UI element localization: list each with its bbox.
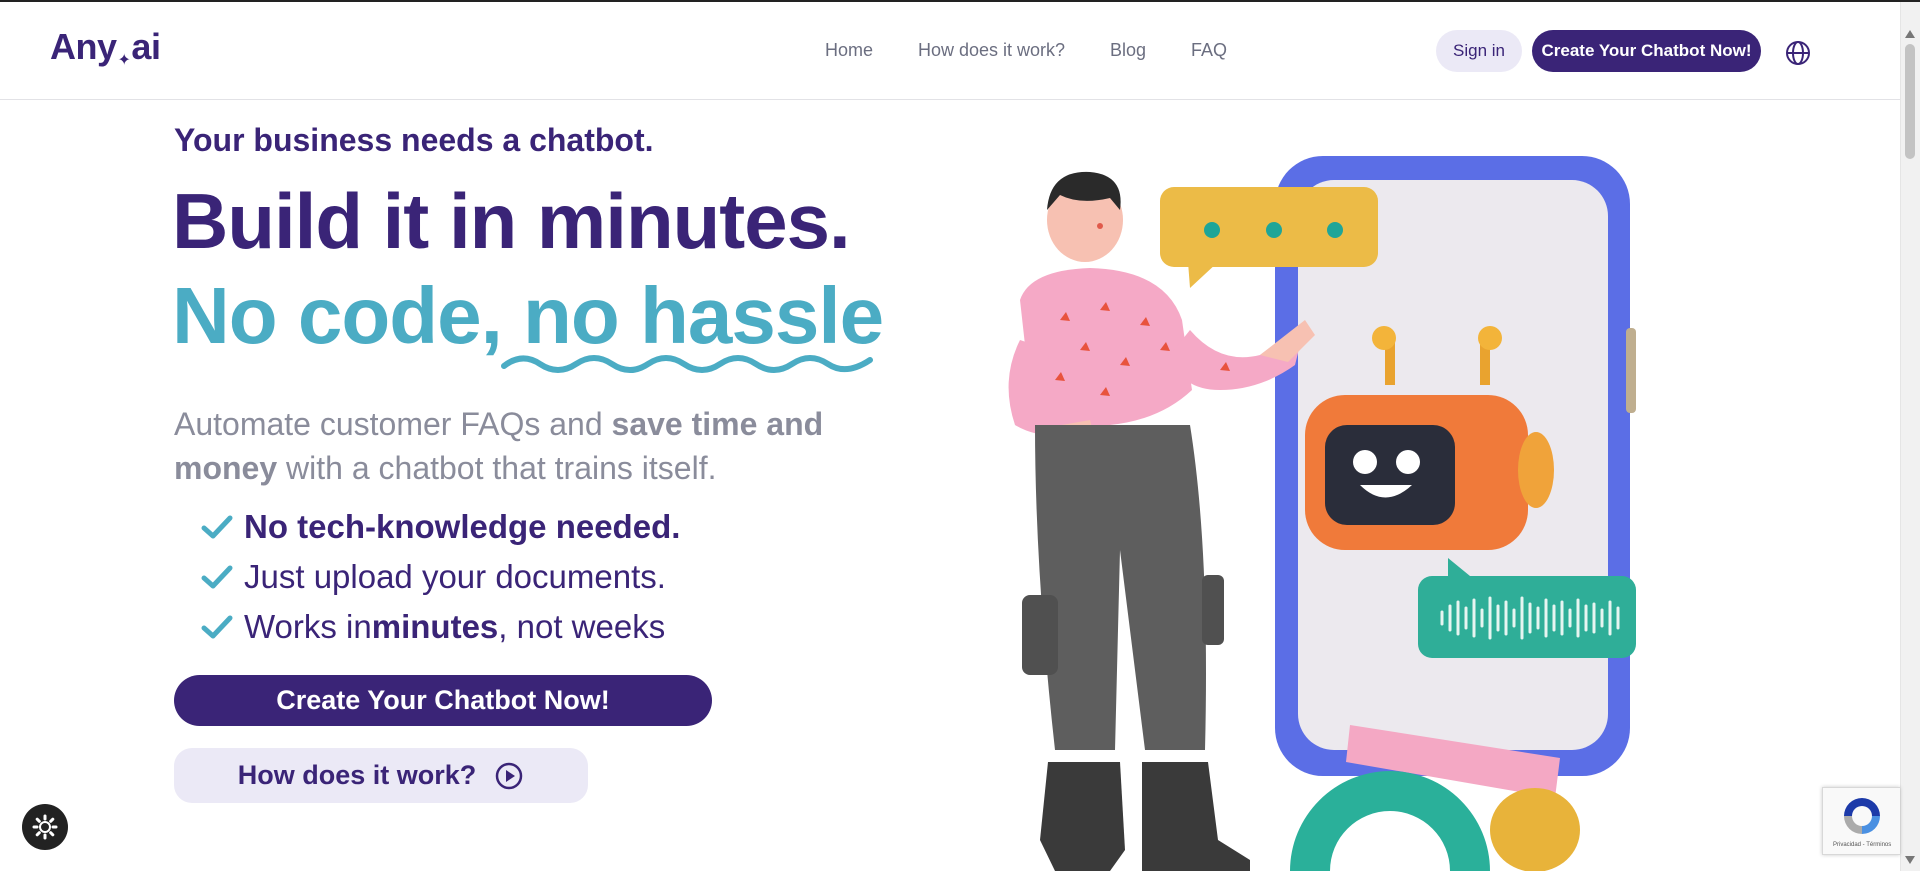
checklist-item: Works in minutes, not weeks: [200, 602, 680, 652]
create-chatbot-header-button[interactable]: Create Your Chatbot Now!: [1532, 30, 1761, 72]
logo-text: Any: [50, 26, 117, 67]
hero-description: Automate customer FAQs and save time and…: [174, 402, 894, 490]
hero-headline: Build it in minutes.: [172, 177, 851, 265]
check-icon: [201, 615, 233, 639]
nav-how-it-works[interactable]: How does it work?: [918, 40, 1065, 61]
how-it-works-label: How does it work?: [237, 760, 477, 790]
logo-spark-icon: ✦: [117, 52, 131, 69]
recaptcha-icon: [1844, 798, 1880, 834]
site-header: Any✦ai Home How does it work? Blog FAQ S…: [0, 2, 1900, 100]
how-it-works-button[interactable]: How does it work?: [174, 748, 588, 803]
sign-in-button[interactable]: Sign in: [1436, 30, 1522, 72]
logo[interactable]: Any✦ai: [50, 26, 161, 70]
eyebrow-bold: needs a chatbot.: [401, 122, 654, 158]
checklist-text: No tech-knowledge needed.: [244, 508, 681, 545]
play-icon: [496, 762, 523, 789]
logo-suffix: ai: [131, 26, 161, 67]
checklist-item: No tech-knowledge needed.: [200, 502, 680, 552]
check-icon: [201, 565, 233, 589]
hero-subheadline: No code, no hassle: [172, 271, 884, 360]
nav-home[interactable]: Home: [825, 40, 873, 61]
robot-face: [1325, 425, 1455, 525]
person-pants: [1035, 425, 1206, 750]
gear-icon: [32, 814, 58, 840]
scroll-down-arrow-icon[interactable]: [1905, 856, 1915, 864]
person-shoe-right: [1142, 762, 1250, 871]
desc-part-1: Automate customer FAQs and: [174, 406, 612, 442]
desc-part-2: with a chatbot that trains itself.: [277, 450, 717, 486]
scroll-up-arrow-icon[interactable]: [1905, 30, 1915, 38]
create-chatbot-button[interactable]: Create Your Chatbot Now!: [174, 675, 712, 726]
checklist-text-bold: minutes: [371, 608, 499, 645]
checklist-text: Just upload your documents.: [244, 558, 666, 595]
phone-button: [1626, 328, 1636, 413]
nav-faq[interactable]: FAQ: [1191, 40, 1227, 61]
recaptcha-links[interactable]: Privacidad - Términos: [1833, 842, 1891, 848]
checklist-text-before: Works in: [244, 608, 372, 645]
check-icon: [201, 515, 233, 539]
hero-eyebrow: Your business needs a chatbot.: [174, 122, 654, 159]
wave-underline: [501, 355, 873, 373]
eyebrow-plain: Your business: [174, 122, 402, 158]
nav-blog[interactable]: Blog: [1110, 40, 1146, 61]
recaptcha-badge[interactable]: Privacidad - Términos: [1822, 787, 1900, 855]
hero-illustration: [1008, 156, 1636, 871]
feature-checklist: No tech-knowledge needed. Just upload yo…: [200, 502, 680, 652]
person-shoe-left: [1040, 762, 1125, 871]
checklist-text-after: , not weeks: [498, 608, 666, 645]
yellow-cylinder: [1490, 788, 1580, 871]
globe-icon[interactable]: [1784, 39, 1812, 67]
cookie-settings-button[interactable]: [22, 804, 68, 850]
teal-arch: [1290, 771, 1490, 871]
scrollbar-thumb[interactable]: [1905, 44, 1915, 159]
checklist-item: Just upload your documents.: [200, 552, 680, 602]
